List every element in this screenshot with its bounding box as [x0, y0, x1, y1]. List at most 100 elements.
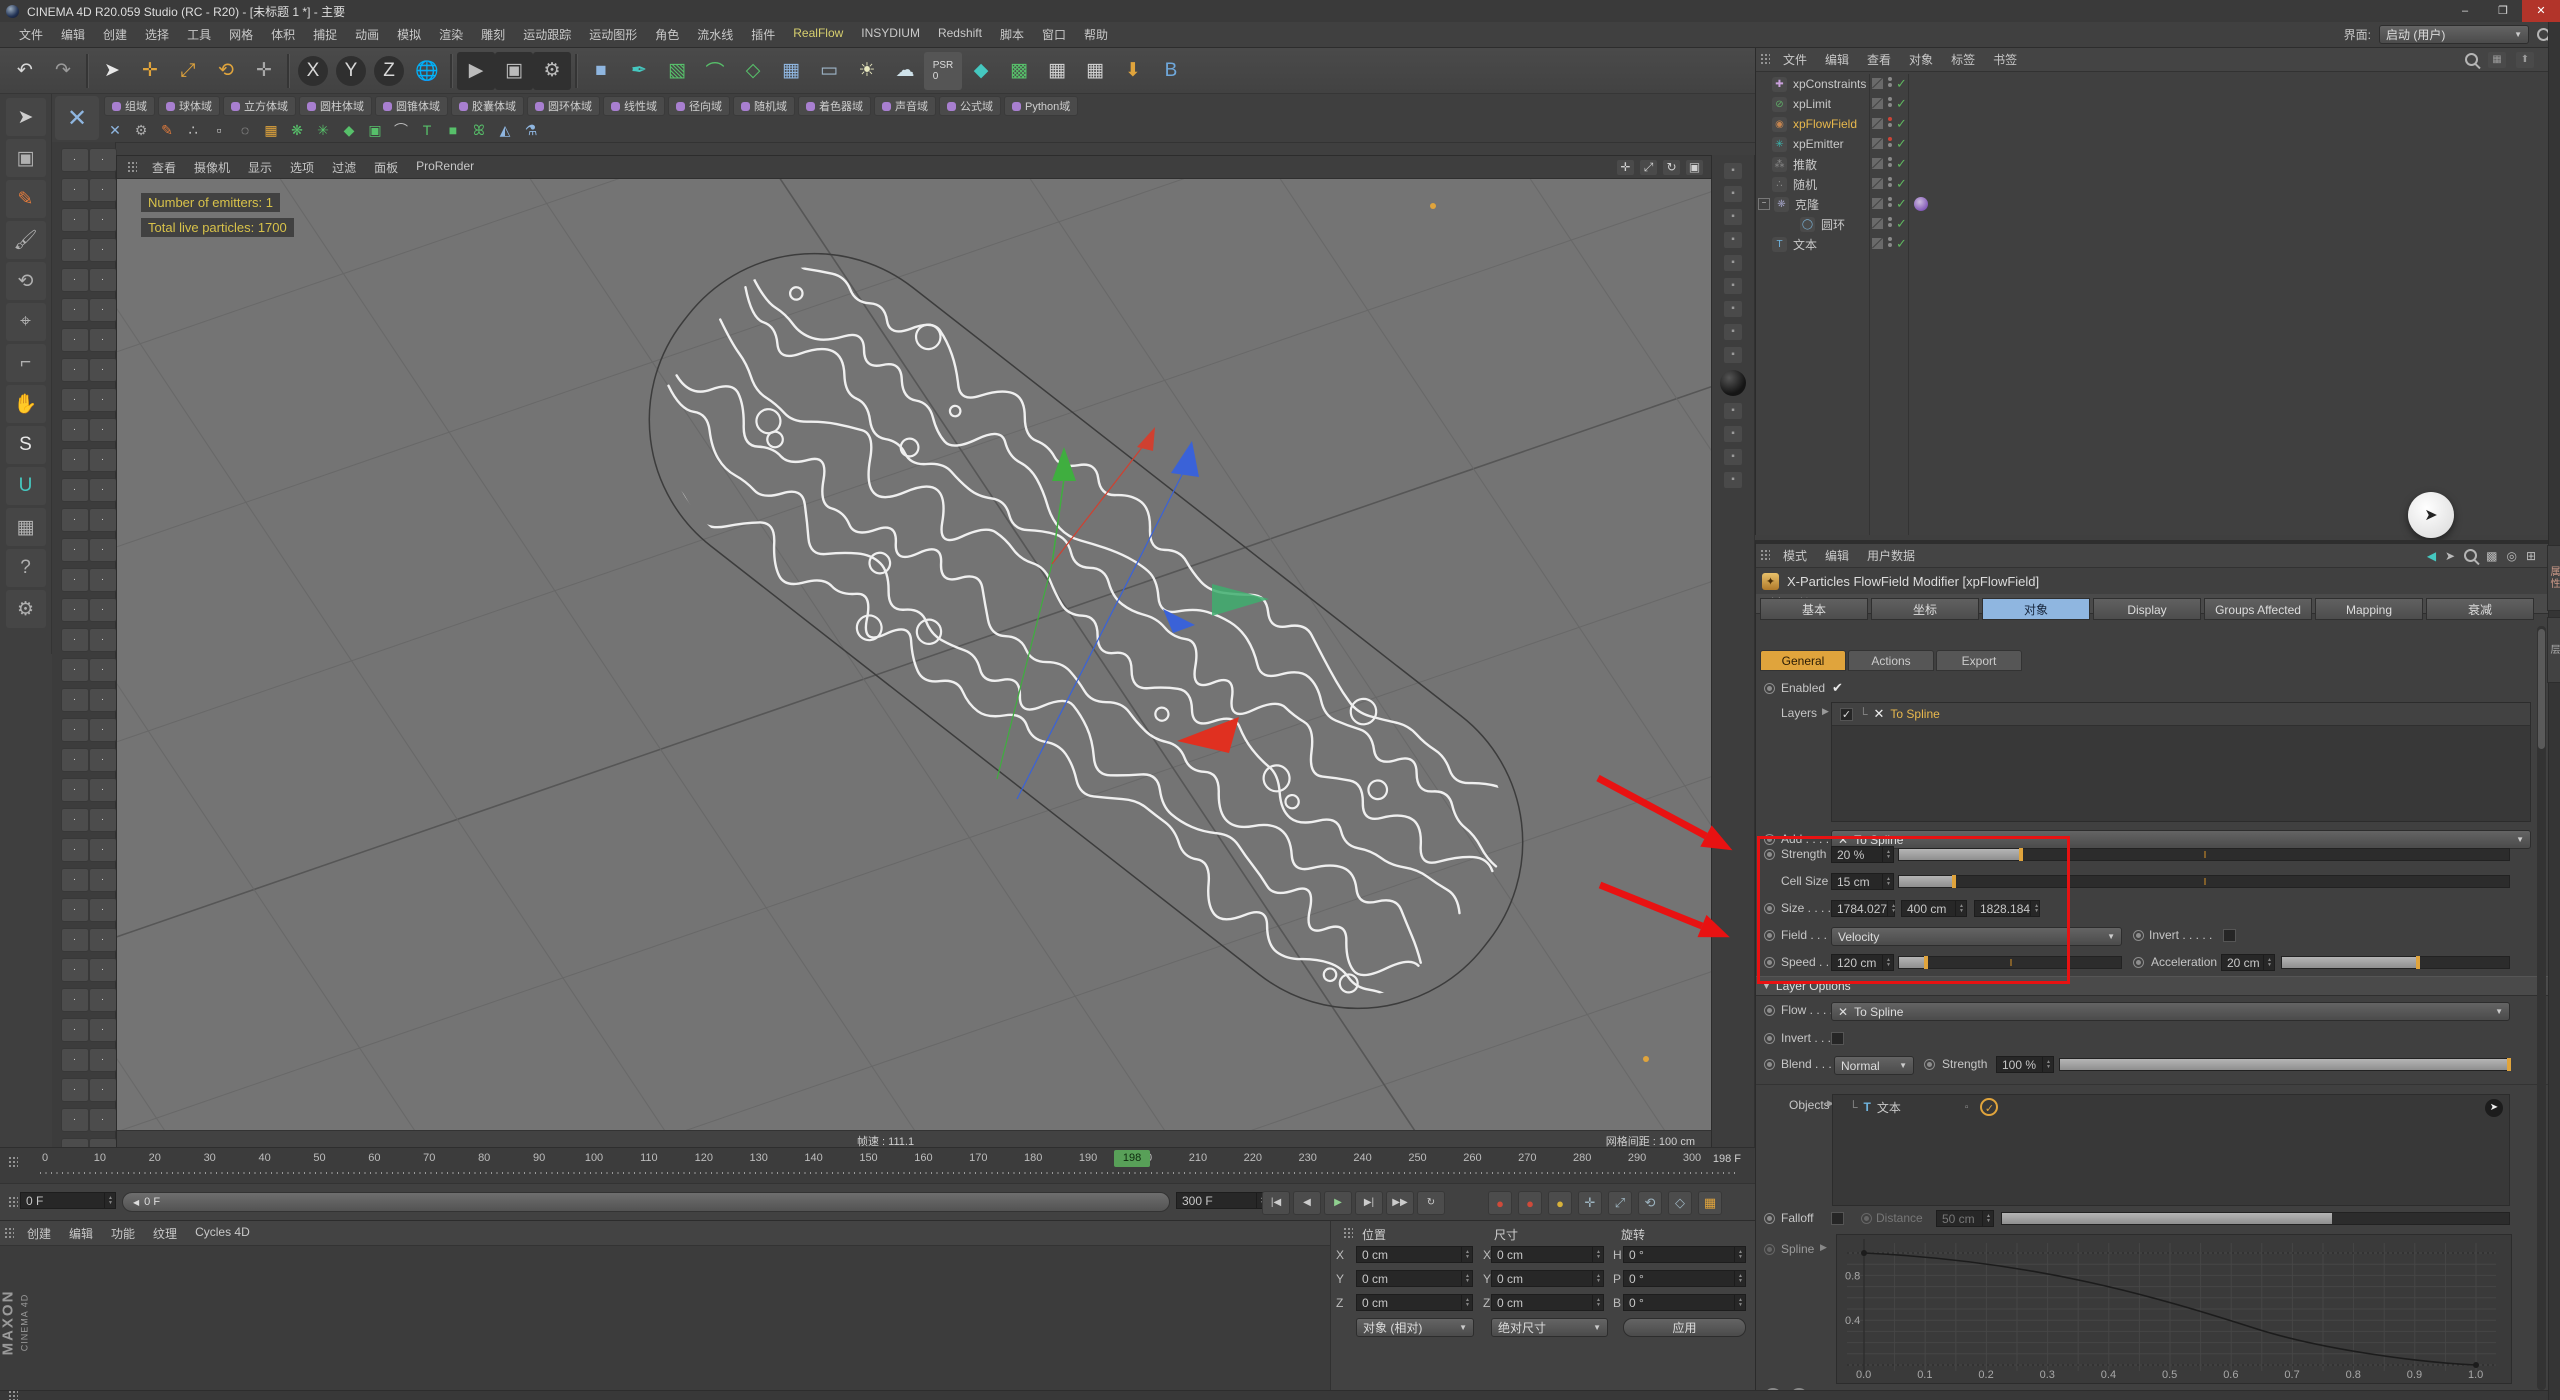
menu-RealFlow[interactable]: RealFlow	[784, 26, 852, 43]
scale-icon[interactable]: ⤢	[169, 52, 207, 90]
layer-square-icon[interactable]	[1872, 218, 1883, 229]
palette-icon[interactable]: ·	[61, 178, 89, 202]
palette-icon[interactable]: ·	[89, 1078, 117, 1102]
include-check-icon[interactable]: ✓	[1980, 1098, 1998, 1116]
palette-icon[interactable]: ·	[61, 598, 89, 622]
key-rotation-icon[interactable]: ⟲	[1638, 1191, 1662, 1215]
palette-icon[interactable]: ·	[89, 748, 117, 772]
xp-squares-icon[interactable]: ▫	[208, 119, 230, 141]
current-frame-marker[interactable]: 198	[1114, 1150, 1150, 1167]
palette-icon[interactable]: ·	[89, 898, 117, 922]
left-tool-frame-icon[interactable]: ▣	[6, 139, 46, 177]
anim-dot-icon[interactable]	[2133, 930, 2144, 941]
palette-icon[interactable]: ·	[89, 928, 117, 952]
apply-button[interactable]: 应用	[1623, 1318, 1746, 1337]
coord-input-Y-0[interactable]: 0 cm	[1356, 1270, 1473, 1287]
palette-icon[interactable]: ·	[61, 958, 89, 982]
previous-frame-icon[interactable]: ◀	[1293, 1191, 1321, 1215]
side-strip-icon[interactable]: ▪	[1724, 163, 1742, 179]
dock-tab-层[interactable]: 层	[2547, 617, 2560, 683]
palette-icon[interactable]: ·	[89, 238, 117, 262]
undo-icon[interactable]: ↶	[6, 52, 44, 90]
object-row-推散[interactable]: ⁂推散✓	[1756, 154, 2549, 174]
anim-dot-icon[interactable]	[1764, 834, 1775, 845]
history-back-icon[interactable]: ◀	[2427, 549, 2436, 563]
layer-square-icon[interactable]	[1872, 118, 1883, 129]
object-row-圆环[interactable]: ◯圆环✓	[1756, 214, 2549, 234]
left-tool-corner-icon[interactable]: ⌐	[6, 344, 46, 382]
palette-icon[interactable]: ·	[61, 268, 89, 292]
viewport-menu-过滤[interactable]: 过滤	[323, 159, 365, 176]
palette-icon[interactable]: ·	[89, 388, 117, 412]
menu-插件[interactable]: 插件	[742, 26, 784, 43]
speed-slider[interactable]	[1898, 956, 2122, 969]
palette-icon[interactable]: ·	[89, 1108, 117, 1132]
xparticles-icon[interactable]: ✕	[55, 96, 99, 140]
palette-icon[interactable]: ·	[61, 568, 89, 592]
viewport-menu-显示[interactable]: 显示	[239, 159, 281, 176]
invert-checkbox[interactable]	[2223, 929, 2236, 942]
filter-icon[interactable]: ▦	[2488, 52, 2506, 68]
menu-捕捉[interactable]: 捕捉	[304, 26, 346, 43]
tab-对象[interactable]: 对象	[1982, 598, 2090, 620]
enabled-check-icon[interactable]: ✓	[1896, 196, 1907, 212]
palette-icon[interactable]: ·	[61, 328, 89, 352]
cursor-arrow-icon[interactable]: ➤	[2445, 549, 2455, 563]
coord-input-Z-1[interactable]: 0 cm	[1491, 1294, 1604, 1311]
field-button-径向域[interactable]: 径向域	[668, 96, 730, 116]
field-button-组域[interactable]: 组域	[104, 96, 155, 116]
enabled-check-icon[interactable]: ✓	[1896, 116, 1907, 132]
coord-input-Y-1[interactable]: 0 cm	[1491, 1270, 1604, 1287]
target-icon[interactable]: ◎	[2506, 549, 2516, 563]
anim-dot-icon[interactable]	[1764, 683, 1775, 694]
field-dropdown[interactable]: Velocity▼	[1831, 927, 2122, 946]
palette-icon[interactable]: ·	[89, 598, 117, 622]
palette-icon[interactable]: ·	[61, 928, 89, 952]
anim-dot-icon[interactable]	[1764, 903, 1775, 914]
acceleration-slider[interactable]	[2281, 956, 2510, 969]
range-end-input[interactable]: 300 F	[1176, 1192, 1268, 1209]
drag-grip-icon[interactable]	[8, 1156, 18, 1169]
palette-icon[interactable]: ·	[61, 298, 89, 322]
expand-arrow-icon[interactable]: ▶	[1820, 1242, 1827, 1253]
anim-dot-icon[interactable]	[1764, 1059, 1775, 1070]
left-tool-loop-icon[interactable]: ⟲	[6, 262, 46, 300]
mograph-tag-icon[interactable]	[1914, 197, 1928, 211]
side-strip-icon[interactable]: ▪	[1724, 347, 1742, 363]
left-tool-gear-icon[interactable]: ⚙	[6, 590, 46, 628]
left-tool-grid-icon[interactable]: ▦	[6, 508, 46, 546]
palette-icon[interactable]: ·	[61, 1018, 89, 1042]
xp-swirl-icon[interactable]: ꕤ	[468, 119, 490, 141]
om-menu-对象[interactable]: 对象	[1900, 51, 1942, 68]
palette-icon[interactable]: ·	[61, 538, 89, 562]
object-name[interactable]: xpConstraints	[1793, 77, 1866, 91]
viewport[interactable]: 查看摄像机显示选项过滤面板ProRender ✛⤢↻▣ Number of em…	[116, 155, 1712, 1147]
viewport-menu-查看[interactable]: 查看	[143, 159, 185, 176]
viewport-menu-面板[interactable]: 面板	[365, 159, 407, 176]
drag-grip-icon[interactable]	[127, 161, 137, 174]
layer-square-icon[interactable]	[1872, 138, 1883, 149]
play-icon[interactable]: ▶	[1324, 1191, 1352, 1215]
object-row-xpConstraints[interactable]: ✚xpConstraints✓	[1756, 74, 2549, 94]
palette-icon[interactable]: ·	[89, 1018, 117, 1042]
field-button-公式域[interactable]: 公式域	[939, 96, 1001, 116]
palette-icon[interactable]: ·	[89, 688, 117, 712]
side-strip-icon[interactable]: ▪	[1724, 209, 1742, 225]
tab-基本[interactable]: 基本	[1760, 598, 1868, 620]
coordinate-system-icon[interactable]: 🌐	[408, 52, 446, 90]
field-button-球体域[interactable]: 球体域	[158, 96, 220, 116]
attribute-scrollbar[interactable]	[2537, 626, 2546, 1390]
field-button-圆锥体域[interactable]: 圆锥体域	[375, 96, 448, 116]
anim-dot-icon[interactable]	[1764, 957, 1775, 968]
light-icon[interactable]: ☀	[848, 52, 886, 90]
autokey-icon[interactable]: ●	[1518, 1191, 1542, 1215]
loop-icon[interactable]: ↻	[1417, 1191, 1445, 1215]
palette-icon[interactable]: ·	[89, 808, 117, 832]
enabled-check-icon[interactable]: ✓	[1896, 156, 1907, 172]
palette-icon[interactable]: ·	[61, 508, 89, 532]
anim-dot-icon[interactable]	[1764, 1033, 1775, 1044]
xp-dots-icon[interactable]: ∴	[182, 119, 204, 141]
close-button[interactable]: ✕	[2522, 0, 2560, 22]
maximize-button[interactable]: ❐	[2484, 0, 2522, 22]
object-row-xpEmitter[interactable]: ✳xpEmitter✓	[1756, 134, 2549, 154]
